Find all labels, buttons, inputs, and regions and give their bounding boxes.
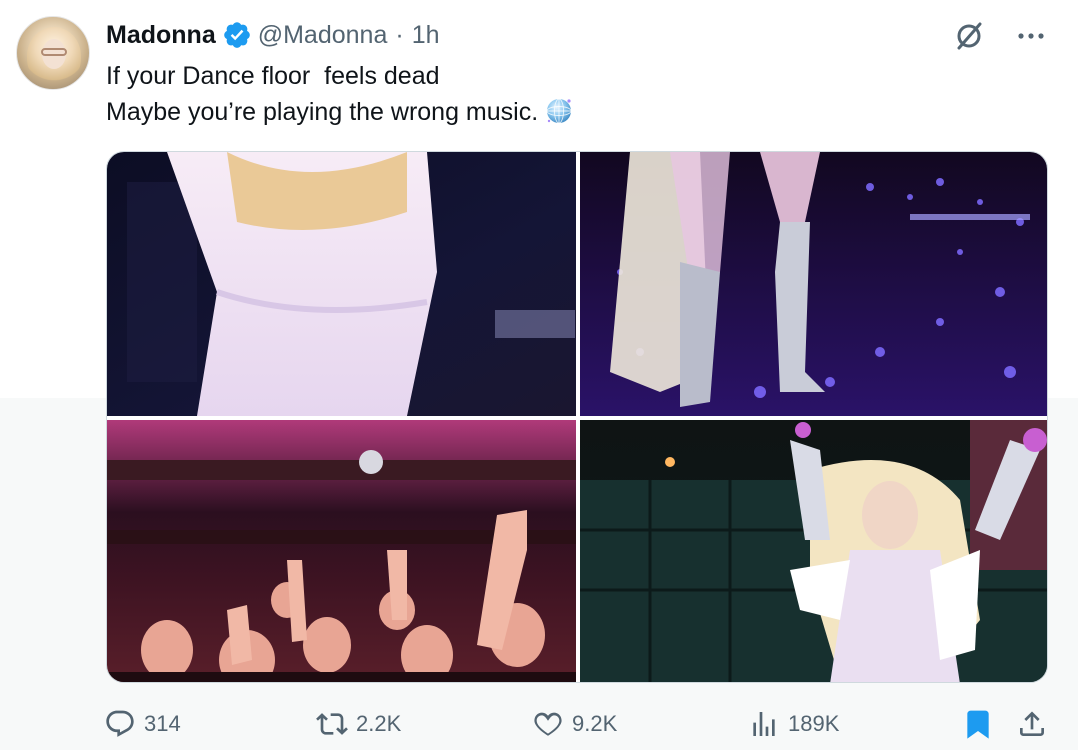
- tweet-line-2: Maybe you’re playing the wrong music.: [106, 98, 539, 126]
- bookmark-icon: [967, 710, 989, 739]
- photo-4[interactable]: [580, 420, 1047, 682]
- header-actions: [952, 18, 1048, 54]
- more-icon[interactable]: [1014, 19, 1048, 53]
- share-button[interactable]: [1016, 702, 1048, 746]
- analytics-icon: [753, 712, 775, 736]
- timestamp[interactable]: 1h: [412, 21, 440, 50]
- reply-count: 314: [144, 711, 181, 736]
- avatar[interactable]: [16, 16, 90, 90]
- tweet-line-1: If your Dance floor feels dead: [106, 62, 440, 90]
- bookmark-button[interactable]: [962, 702, 994, 746]
- retweet-button[interactable]: 2.2K: [316, 702, 401, 746]
- disco-globe-emoji: [546, 98, 572, 124]
- author-handle[interactable]: @Madonna: [258, 21, 388, 50]
- grok-icon[interactable]: [952, 19, 986, 53]
- tweet[interactable]: Madonna @Madonna · 1h If your Dance floo…: [0, 0, 1078, 750]
- photo-2[interactable]: [580, 152, 1047, 416]
- share-icon: [1020, 711, 1044, 736]
- heart-icon: [534, 712, 562, 736]
- author-name[interactable]: Madonna: [106, 21, 216, 50]
- views-button[interactable]: 189K: [748, 702, 839, 746]
- verified-badge-icon: [223, 22, 250, 48]
- tweet-header: Madonna @Madonna · 1h: [106, 18, 440, 52]
- separator-dot: ·: [395, 20, 404, 49]
- reply-button[interactable]: 314: [104, 702, 181, 746]
- like-button[interactable]: 9.2K: [532, 702, 617, 746]
- media-grid: [106, 151, 1048, 683]
- photo-3[interactable]: [107, 420, 576, 682]
- retweet-icon: [316, 713, 348, 735]
- retweet-count: 2.2K: [356, 711, 402, 736]
- like-count: 9.2K: [572, 711, 618, 736]
- views-count: 189K: [788, 711, 840, 736]
- tweet-text: If your Dance floor feels dead Maybe you…: [106, 58, 1006, 130]
- photo-1[interactable]: [107, 152, 576, 416]
- action-bar: 314 2.2K 9.2K 189K: [104, 702, 1048, 746]
- reply-icon: [106, 710, 134, 737]
